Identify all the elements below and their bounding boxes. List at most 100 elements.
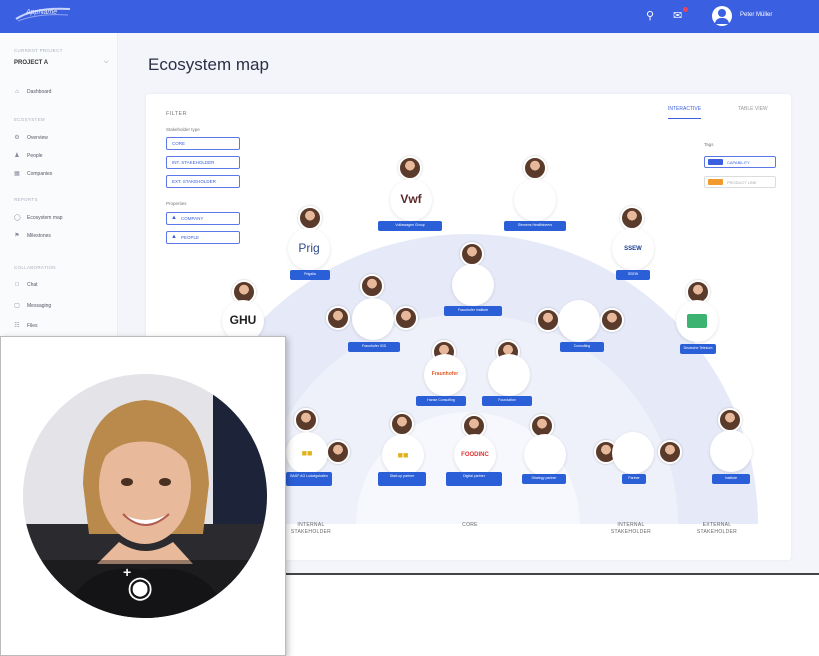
person-avatar[interactable] (460, 242, 484, 266)
logo-mark (687, 314, 707, 328)
tab-interactive[interactable]: INTERACTIVE (668, 106, 702, 119)
top-bar: AppName ⚲ ✉ Peter Müller (0, 0, 819, 33)
sidebar-item-label: Chat (27, 282, 38, 288)
company-pill[interactable]: Partner (622, 474, 646, 484)
company-logo (558, 300, 600, 342)
company-logo (352, 298, 394, 340)
flag-icon: ⚑ (14, 233, 20, 239)
company-logo (514, 179, 556, 221)
person-avatar[interactable] (294, 408, 318, 432)
person-avatar[interactable] (298, 206, 322, 230)
sidebar-item-dashboard[interactable]: ⌂ Dashboard (14, 89, 51, 95)
company-pill[interactable]: Consulting (560, 342, 604, 352)
building-icon: ▦ (14, 171, 20, 177)
sidebar-item-label: Files (27, 322, 38, 329)
company-pill[interactable]: Volkswagen Group (378, 221, 442, 231)
filter-chip-company[interactable]: COMPANY (166, 212, 240, 225)
gear-icon: ⚙ (14, 135, 20, 141)
logo-text: AppName (26, 9, 58, 16)
page-title: Ecosystem map (148, 55, 269, 74)
home-icon: ⌂ (15, 89, 19, 95)
logo-mark: ■■ (397, 450, 409, 460)
logo-mark: ■■ (301, 448, 313, 458)
filter-chip-core[interactable]: CORE (166, 137, 240, 150)
company-logo (612, 432, 654, 474)
sidebar-item-companies[interactable]: ▦ Companies (14, 170, 53, 178)
user-name[interactable]: Peter Müller (740, 12, 772, 18)
file-icon: ☷ (14, 323, 20, 329)
building-icon: ▲ (171, 215, 177, 221)
filter-chip-people[interactable]: PEOPLE (166, 231, 240, 244)
person-avatar[interactable] (360, 274, 384, 298)
company-pill[interactable]: SSEW (616, 270, 650, 280)
sidebar-section-project: CURRENT PROJECT (14, 48, 63, 53)
tag-capability[interactable]: CAPABILITY (704, 156, 776, 168)
company-pill[interactable]: Deutsche Telekom (680, 344, 716, 354)
person-avatar[interactable] (398, 156, 422, 180)
company-pill[interactable]: Prigalia (290, 270, 330, 280)
tab-table-view[interactable]: TABLE VIEW (738, 106, 768, 112)
sidebar-item-label: Milestones (27, 232, 51, 239)
company-pill[interactable]: Institute (712, 474, 750, 484)
sidebar-item-label: Companies (27, 170, 53, 177)
sidebar-item-label: Ecosystem map (27, 214, 63, 221)
ring-label-internal-right: INTERNAL STAKEHOLDER (610, 522, 652, 535)
sidebar-section-reports: REPORTS (14, 197, 38, 202)
filter-chip-internal[interactable]: INT. STAKEHOLDER (166, 156, 240, 169)
person-avatar[interactable] (620, 206, 644, 230)
map-icon: ◯ (14, 215, 21, 221)
person-avatar[interactable] (536, 308, 560, 332)
person-avatar[interactable] (523, 156, 547, 180)
sidebar-item-label: Dashboard (27, 89, 52, 95)
company-logo (524, 434, 566, 476)
person-avatar[interactable] (600, 308, 624, 332)
project-selector[interactable]: PROJECT A (14, 60, 48, 66)
properties-label: Properties (166, 201, 187, 206)
company-logo: ■■ (286, 432, 328, 474)
ring-label-core: CORE (462, 522, 478, 528)
sidebar-item-label: People (27, 152, 43, 159)
message-icon: ▢ (14, 303, 20, 309)
company-pill[interactable]: Siemens Healthineers (504, 221, 566, 231)
ring-label-internal-left: INTERNAL STAKEHOLDER (290, 522, 332, 535)
tag-swatch (708, 159, 723, 165)
tag-label: CAPABILITY (727, 159, 750, 165)
person-avatar[interactable] (394, 306, 418, 330)
person-avatar[interactable] (390, 412, 414, 436)
person-avatar[interactable] (326, 440, 350, 464)
profile-photo[interactable]: ◉ + (23, 374, 267, 618)
filter-chip-external[interactable]: EXT. STAKEHOLDER (166, 175, 240, 188)
company-pill[interactable]: Strategy partner (522, 474, 566, 484)
company-logo (710, 430, 752, 472)
company-pill[interactable]: Digital partner (446, 472, 502, 486)
person-avatar[interactable] (718, 408, 742, 432)
sidebar-section-collaboration: COLLABORATION (14, 265, 56, 270)
tag-product-line[interactable]: PRODUCT LINE (704, 176, 776, 188)
sidebar-item-overview[interactable]: ⚙ Overview (14, 134, 48, 142)
company-pill[interactable]: BASF AG Ludwigshafen (286, 472, 332, 486)
search-icon[interactable]: ⚲ (646, 9, 654, 22)
chevron-down-icon[interactable]: ⌵ (104, 59, 109, 66)
notification-badge (683, 7, 688, 12)
person-avatar[interactable] (658, 440, 682, 464)
profile-photo-zoom: ◉ + (0, 336, 286, 656)
sidebar-item-messaging[interactable]: ▢ Messaging (14, 302, 51, 310)
tag-swatch (708, 179, 723, 185)
sidebar-item-milestones[interactable]: ⚑ Milestones (14, 232, 51, 240)
plus-icon: + (123, 564, 132, 580)
company-pill[interactable]: Foundation (482, 396, 532, 406)
sidebar-item-ecosystem-map[interactable]: ◯ Ecosystem map (14, 214, 63, 222)
tag-label: PRODUCT LINE (727, 179, 757, 185)
company-logo: Prig (288, 228, 330, 270)
mail-icon[interactable]: ✉ (673, 9, 682, 22)
company-pill[interactable]: Fraunhofer Institute (444, 306, 502, 316)
company-pill[interactable]: Fraunhofer IGD (348, 342, 400, 352)
sidebar-item-chat[interactable]: □ Chat (14, 282, 38, 288)
sidebar-item-people[interactable]: ♟ People (14, 152, 43, 160)
user-avatar-icon[interactable] (712, 6, 732, 26)
sidebar-item-files[interactable]: ☷ Files (14, 322, 38, 330)
company-pill[interactable]: Hanse Consulting (416, 396, 466, 406)
tags-title: Tags (704, 142, 714, 147)
company-pill[interactable]: Start-up partner (378, 472, 426, 486)
person-avatar[interactable] (326, 306, 350, 330)
